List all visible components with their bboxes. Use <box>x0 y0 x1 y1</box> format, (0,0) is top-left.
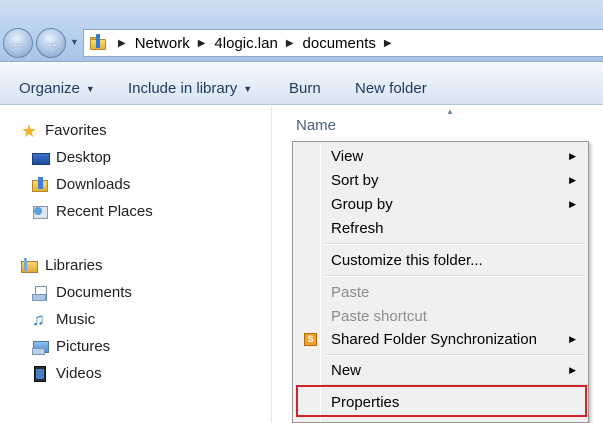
nav-item-label: Videos <box>56 365 102 382</box>
chevron-right-icon[interactable]: ▶ <box>286 38 294 49</box>
sort-ascending-icon: ▲ <box>446 107 454 116</box>
chevron-right-icon[interactable]: ▶ <box>384 38 392 49</box>
back-button[interactable]: ← <box>3 28 33 58</box>
nav-item-videos[interactable]: Videos <box>32 365 102 382</box>
column-header-name[interactable]: Name <box>296 117 336 134</box>
nav-item-desktop[interactable]: Desktop <box>32 149 111 166</box>
menu-item-shared-folder-sync[interactable]: S Shared Folder Synchronization ▶ <box>295 327 586 351</box>
pictures-library-icon <box>32 339 50 355</box>
libraries-icon <box>21 257 39 274</box>
burn-button[interactable]: Burn <box>289 80 321 97</box>
nav-item-documents[interactable]: Documents <box>32 284 132 301</box>
sync-app-icon: S <box>304 332 317 346</box>
menu-item-new[interactable]: New ▶ <box>295 358 586 382</box>
forward-arrow-icon: → <box>42 33 60 52</box>
include-in-library-label: Include in library <box>128 80 238 97</box>
properties-highlight-box <box>296 385 587 417</box>
organize-label: Organize <box>19 80 80 97</box>
nav-item-label: Documents <box>56 284 132 301</box>
breadcrumb: ▶ Network ▶ 4logic.lan ▶ documents ▶ <box>114 35 401 52</box>
chevron-right-icon[interactable]: ▶ <box>118 38 126 49</box>
menu-item-label: Paste <box>331 283 370 301</box>
menu-item-paste-shortcut: Paste shortcut <box>295 304 586 328</box>
menu-item-paste: Paste <box>295 280 586 304</box>
music-note-icon: ♫ <box>32 309 45 329</box>
submenu-arrow-icon: ▶ <box>569 174 576 185</box>
breadcrumb-network[interactable]: Network <box>135 35 190 52</box>
nav-item-recent-places[interactable]: Recent Places <box>32 203 153 220</box>
videos-library-icon <box>32 365 50 382</box>
forward-button[interactable]: → <box>36 28 66 58</box>
nav-favorites-label: Favorites <box>45 122 107 139</box>
command-toolbar: Organize ▼ Include in library ▼ Burn New f… <box>0 63 603 105</box>
menu-item-group-by[interactable]: Group by ▶ <box>295 192 586 216</box>
submenu-arrow-icon: ▶ <box>569 364 576 375</box>
menu-item-customize-folder[interactable]: Customize this folder... <box>295 248 586 272</box>
menu-item-label: Paste shortcut <box>331 307 427 325</box>
menu-item-label: Refresh <box>331 219 384 237</box>
downloads-folder-icon <box>32 176 50 193</box>
menu-item-view[interactable]: View ▶ <box>295 144 586 168</box>
chevron-down-icon: ▼ <box>85 83 95 94</box>
nav-item-label: Desktop <box>56 149 112 166</box>
navigation-pane: ★ Favorites Desktop Downloads Recent Pla… <box>0 106 272 423</box>
chevron-down-icon: ▼ <box>243 83 253 94</box>
menu-item-refresh[interactable]: Refresh <box>295 216 586 240</box>
menu-item-label: Shared Folder Synchronization <box>331 330 537 348</box>
menu-item-label: New <box>331 361 362 379</box>
submenu-arrow-icon: ▶ <box>569 198 576 209</box>
menu-item-label: Sort by <box>331 171 379 189</box>
menu-item-sort-by[interactable]: Sort by ▶ <box>295 168 586 192</box>
nav-item-music[interactable]: ♫ Music <box>32 309 96 329</box>
menu-separator <box>323 275 586 277</box>
address-bar-region: ← → ▼ ▶ Network ▶ 4logic.lan ▶ documents… <box>0 0 603 62</box>
nav-item-pictures[interactable]: Pictures <box>32 338 110 355</box>
submenu-arrow-icon: ▶ <box>569 333 576 344</box>
nav-libraries-label: Libraries <box>45 257 103 274</box>
back-arrow-icon: ← <box>9 33 27 52</box>
star-icon: ★ <box>21 120 38 141</box>
menu-separator <box>323 354 586 356</box>
menu-item-label: Group by <box>331 195 393 213</box>
nav-item-label: Recent Places <box>56 203 153 220</box>
nav-item-downloads[interactable]: Downloads <box>32 176 130 193</box>
recent-pages-dropdown-icon[interactable]: ▼ <box>70 37 79 47</box>
menu-separator <box>323 243 586 245</box>
recent-places-icon <box>32 204 50 220</box>
menu-item-label: View <box>331 147 364 165</box>
desktop-icon <box>32 152 50 165</box>
submenu-arrow-icon: ▶ <box>569 150 576 161</box>
nav-favorites[interactable]: ★ Favorites <box>21 120 107 141</box>
burn-label: Burn <box>289 80 321 97</box>
network-folder-icon <box>90 34 106 51</box>
organize-button[interactable]: Organize ▼ <box>19 80 95 97</box>
documents-library-icon <box>32 285 50 301</box>
nav-item-label: Pictures <box>56 338 111 355</box>
include-in-library-button[interactable]: Include in library ▼ <box>128 80 252 97</box>
new-folder-label: New folder <box>355 80 427 97</box>
chevron-right-icon[interactable]: ▶ <box>198 38 206 49</box>
context-menu: View ▶ Sort by ▶ Group by ▶ Refresh Cust… <box>292 141 589 423</box>
nav-item-label: Music <box>56 311 96 328</box>
address-field[interactable]: ▶ Network ▶ 4logic.lan ▶ documents ▶ <box>83 29 603 57</box>
nav-libraries[interactable]: Libraries <box>21 257 103 274</box>
menu-item-label: Customize this folder... <box>331 251 483 269</box>
breadcrumb-4logic[interactable]: 4logic.lan <box>214 35 277 52</box>
new-folder-button[interactable]: New folder <box>355 80 427 97</box>
breadcrumb-documents[interactable]: documents <box>303 35 376 52</box>
nav-item-label: Downloads <box>56 176 131 193</box>
